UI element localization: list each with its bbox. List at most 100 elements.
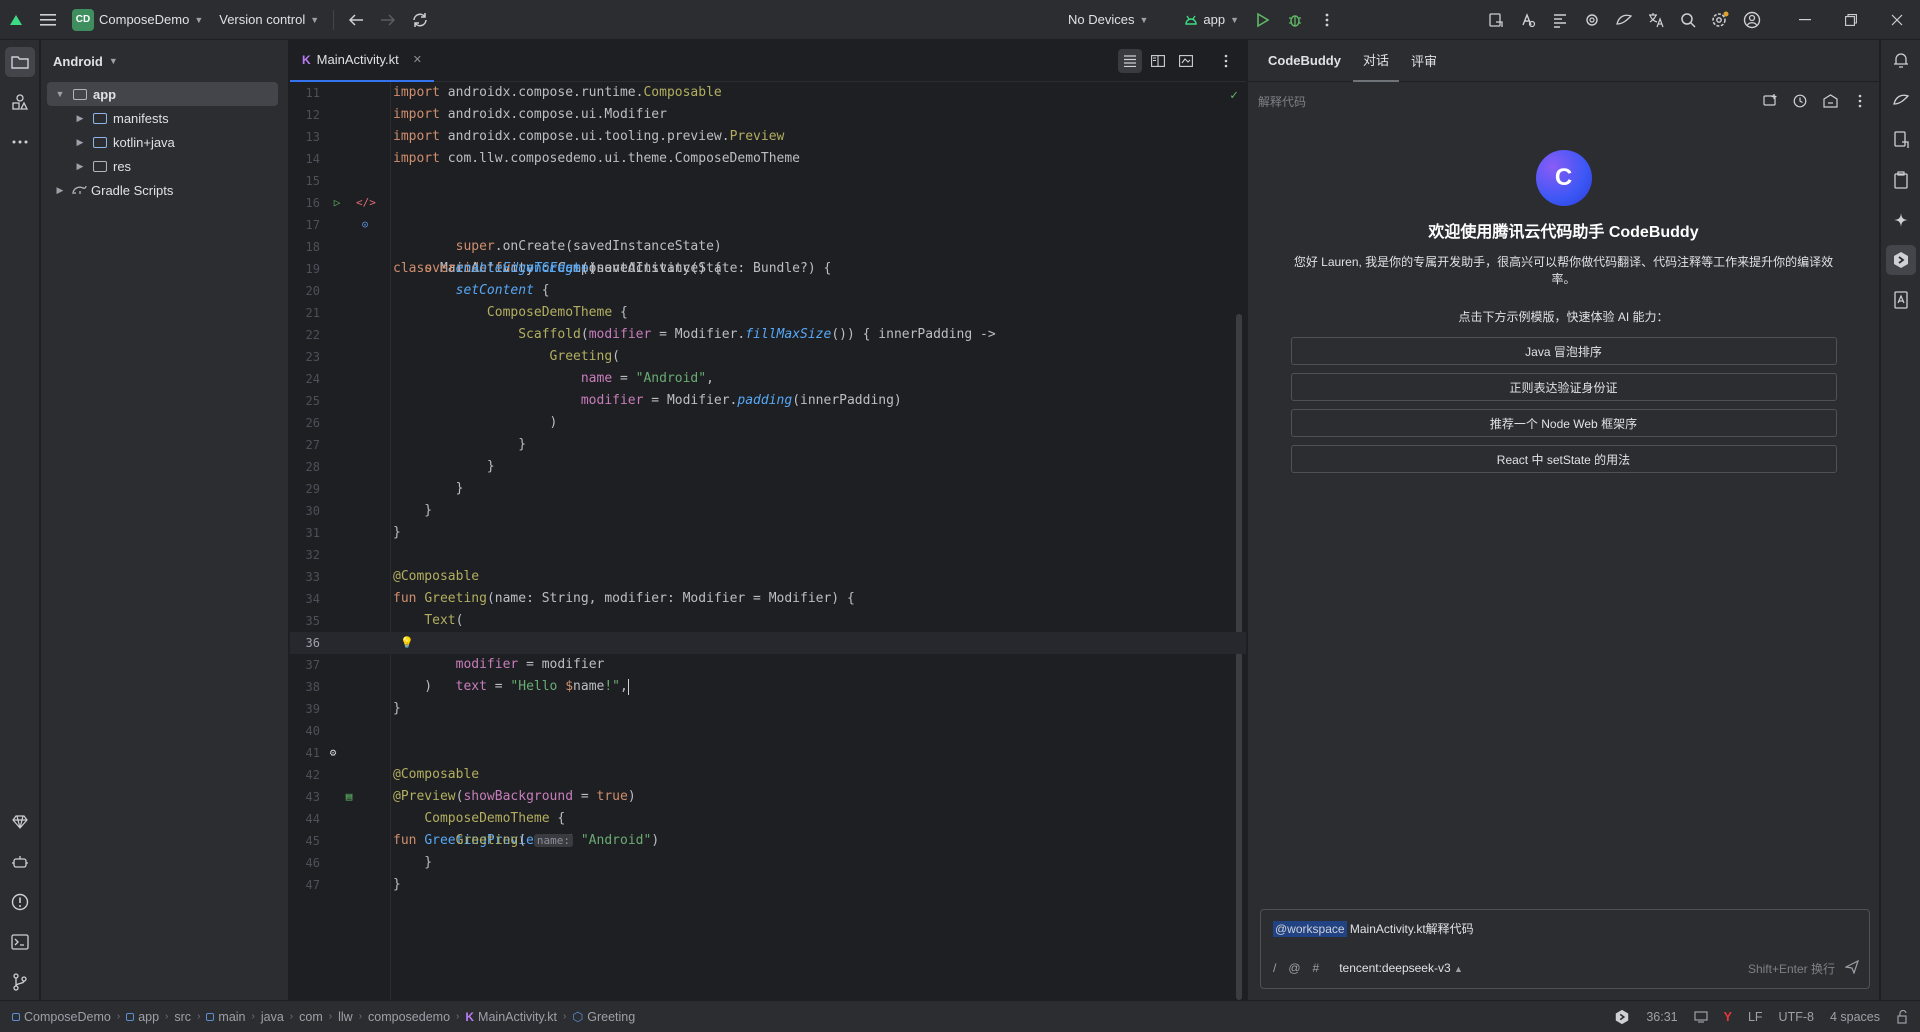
knowledge-base-icon[interactable]	[1819, 90, 1841, 112]
code-tag-gutter-icon[interactable]: </>	[356, 196, 370, 210]
debug-icon[interactable]	[1279, 6, 1311, 34]
chevron-right-icon[interactable]: ▶	[73, 113, 87, 124]
example-react-setstate[interactable]: React 中 setState 的用法	[1291, 445, 1837, 473]
app-quality-button[interactable]	[0, 842, 40, 882]
ai-chat-button[interactable]	[1881, 80, 1920, 120]
breadcrumb-item[interactable]: ⬡Greeting	[572, 1009, 635, 1024]
lightbulb-icon[interactable]: 💡	[400, 636, 414, 650]
restore-icon[interactable]	[1828, 0, 1874, 40]
more-actions-icon[interactable]	[1311, 6, 1343, 34]
gemini-tool-button[interactable]	[0, 802, 40, 842]
cursor-position[interactable]: 36:31	[1646, 1010, 1677, 1024]
close-tab-icon[interactable]: ✕	[413, 53, 422, 66]
example-regex-id[interactable]: 正则表达验证身份证	[1291, 373, 1837, 401]
breadcrumb-item[interactable]: KMainActivity.kt	[465, 1010, 557, 1024]
breadcrumb-item[interactable]: ComposeDemo	[12, 1010, 111, 1024]
tree-item-res[interactable]: ▶ res	[41, 154, 288, 178]
breadcrumb-item[interactable]: src	[174, 1010, 191, 1024]
run-icon[interactable]	[1247, 6, 1279, 34]
gradle-button[interactable]	[1881, 280, 1920, 320]
git-button[interactable]	[0, 962, 40, 1002]
clipboard-button[interactable]	[1881, 160, 1920, 200]
gear-plugin-icon[interactable]	[1576, 6, 1608, 34]
tab-chat[interactable]: 对话	[1353, 40, 1399, 82]
forward-arrow-icon[interactable]	[372, 6, 404, 34]
override-gutter-icon[interactable]: ⊙	[358, 218, 372, 232]
context-button[interactable]: #	[1313, 961, 1320, 975]
translate-icon[interactable]	[1640, 6, 1672, 34]
code-list-icon[interactable]	[1544, 6, 1576, 34]
send-icon[interactable]	[1845, 960, 1859, 977]
read-only-toggle-icon[interactable]	[1694, 1011, 1708, 1023]
sparkle-button[interactable]	[1881, 200, 1920, 240]
new-chat-icon[interactable]	[1759, 90, 1781, 112]
codebuddy-status-icon[interactable]	[1614, 1009, 1630, 1025]
line-separator[interactable]: LF	[1748, 1010, 1763, 1024]
resource-manager-button[interactable]	[0, 82, 40, 122]
chat-input-text[interactable]: @workspace MainActivity.kt解释代码	[1273, 920, 1474, 937]
device-manager-icon[interactable]	[1480, 6, 1512, 34]
tab-review[interactable]: 评审	[1401, 40, 1447, 82]
tree-item-app[interactable]: ▼ app	[47, 82, 278, 106]
chevron-down-icon[interactable]: ▼	[53, 89, 67, 99]
tree-item-manifests[interactable]: ▶ manifests	[41, 106, 288, 130]
run-gutter-icon[interactable]: ▷	[330, 196, 344, 210]
slash-command-button[interactable]: /	[1273, 961, 1276, 975]
preview-gutter-icon[interactable]: ▤	[342, 790, 356, 804]
model-selector[interactable]: tencent:deepseek-v3 ▲	[1339, 961, 1463, 975]
device-file-button[interactable]	[1881, 120, 1920, 160]
more-tools-button[interactable]	[0, 122, 40, 162]
preview-settings-gutter-icon[interactable]: ⚙	[326, 746, 340, 760]
breadcrumb-item[interactable]: llw	[338, 1010, 353, 1024]
sync-icon[interactable]	[404, 6, 436, 34]
code-line: 18 super.onCreate(savedInstanceState)	[290, 236, 1246, 258]
vcs-selector[interactable]: Version control ▼	[211, 6, 327, 34]
editor-more-icon[interactable]	[1214, 49, 1238, 73]
split-view-icon[interactable]	[1146, 49, 1170, 73]
ai-assistant-icon[interactable]	[1608, 6, 1640, 34]
example-node-framework[interactable]: 推荐一个 Node Web 框架序	[1291, 409, 1837, 437]
mention-button[interactable]: @	[1288, 961, 1300, 975]
left-tool-strip	[0, 40, 40, 1000]
codebuddy-tool-button[interactable]	[1881, 240, 1920, 280]
back-arrow-icon[interactable]	[340, 6, 372, 34]
minimize-icon[interactable]	[1782, 0, 1828, 40]
plugin-status-icon[interactable]: Y	[1724, 1010, 1732, 1024]
project-selector[interactable]: CD ComposeDemo ▼	[64, 6, 211, 34]
panel-more-icon[interactable]	[1849, 90, 1871, 112]
project-tool-button[interactable]	[0, 42, 40, 82]
main-menu-icon[interactable]	[32, 6, 64, 34]
translate-code-icon[interactable]	[1512, 6, 1544, 34]
account-icon[interactable]	[1736, 6, 1768, 34]
terminal-button[interactable]	[0, 922, 40, 962]
close-window-icon[interactable]	[1874, 0, 1920, 40]
device-selector[interactable]: No Devices ▼	[1060, 6, 1156, 34]
breadcrumb-item[interactable]: com	[299, 1010, 323, 1024]
file-encoding[interactable]: UTF-8	[1779, 1010, 1814, 1024]
breadcrumb-item[interactable]: composedemo	[368, 1010, 450, 1024]
notifications-button[interactable]	[1881, 40, 1920, 80]
search-icon[interactable]	[1672, 6, 1704, 34]
example-java-bubble-sort[interactable]: Java 冒泡排序	[1291, 337, 1837, 365]
breadcrumb-item[interactable]: java	[261, 1010, 284, 1024]
run-config-selector[interactable]: app ▼	[1176, 6, 1247, 34]
project-view-selector[interactable]: Android ▼	[41, 40, 288, 82]
indent-setting[interactable]: 4 spaces	[1830, 1010, 1880, 1024]
breadcrumb-item[interactable]: app	[126, 1010, 159, 1024]
tree-item-kotlin-java[interactable]: ▶ kotlin+java	[41, 130, 288, 154]
design-view-icon[interactable]	[1174, 49, 1198, 73]
problems-button[interactable]	[0, 882, 40, 922]
tab-mainactivity[interactable]: K MainActivity.kt ✕	[290, 40, 434, 82]
workspace-tag[interactable]: @workspace	[1273, 921, 1347, 937]
breadcrumb-item[interactable]: main	[206, 1010, 245, 1024]
history-icon[interactable]	[1789, 90, 1811, 112]
tree-item-gradle-scripts[interactable]: ▶ Gradle Scripts	[41, 178, 288, 202]
chevron-right-icon[interactable]: ▶	[53, 185, 67, 196]
code-view-icon[interactable]	[1118, 49, 1142, 73]
code-area[interactable]: ✓ 11import androidx.compose.runtime.Comp…	[290, 82, 1246, 1000]
chat-input[interactable]: @workspace MainActivity.kt解释代码 / @ # ten…	[1260, 909, 1870, 989]
settings-gear-icon[interactable]	[1704, 6, 1736, 34]
chevron-right-icon[interactable]: ▶	[73, 161, 87, 172]
lock-icon[interactable]	[1896, 1010, 1910, 1024]
chevron-right-icon[interactable]: ▶	[73, 137, 87, 148]
